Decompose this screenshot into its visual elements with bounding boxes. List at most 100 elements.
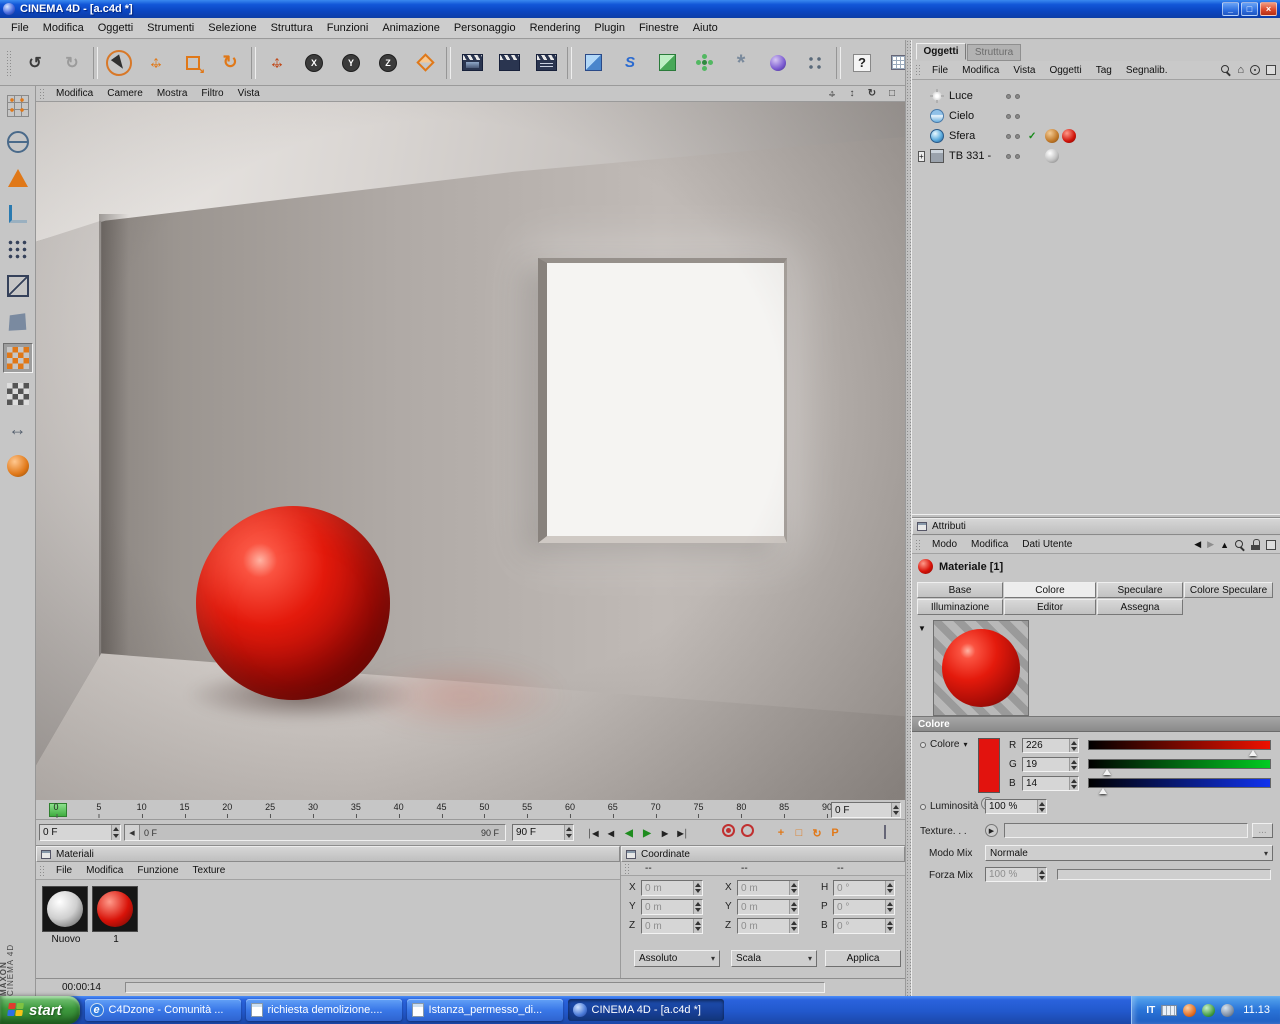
object-row-cielo[interactable]: Cielo [912,106,1280,126]
menu-personaggio[interactable]: Personaggio [447,20,523,36]
new-panel-icon[interactable] [1266,65,1276,75]
coordinate-system-icon[interactable] [407,44,443,82]
key-position-icon[interactable]: + [772,824,790,842]
lock-y-axis-icon[interactable]: Y [333,44,369,82]
menu-plugin[interactable]: Plugin [587,20,632,36]
g-value-field[interactable]: 19 [1022,757,1079,772]
parent-object-icon[interactable]: ▲ [1220,540,1229,550]
clock[interactable]: 11.13 [1243,1004,1270,1016]
render-active-view-icon[interactable] [491,44,527,82]
tab-colore[interactable]: Colore [1004,582,1096,598]
pos-x-field[interactable]: 0 m [641,880,703,896]
viewport-menu-vista[interactable]: Vista [231,87,267,100]
color-model-dropdown-icon[interactable]: ▾ [963,740,967,749]
object-axis-icon[interactable] [3,451,33,481]
ruler-frame-field[interactable]: 0 F [831,802,901,818]
menu-finestre[interactable]: Finestre [632,20,686,36]
play-forward-icon[interactable]: ▶ [638,824,656,842]
menu-selezione[interactable]: Selezione [201,20,263,36]
object-tags[interactable] [1045,129,1076,143]
viewport-menu-modifica[interactable]: Modifica [49,87,100,100]
pos-y-field[interactable]: 0 m [641,899,703,915]
b-value-field[interactable]: 14 [1022,776,1079,791]
rot-p-field[interactable]: 0 ° [833,899,895,915]
expand-icon[interactable]: + [918,151,925,162]
size-z-field[interactable]: 0 m [737,918,799,934]
materials-menu-texture[interactable]: Texture [186,864,233,877]
brightness-field[interactable]: 100 % [985,799,1047,814]
mix-strength-slider[interactable] [1057,869,1271,880]
keyframe-dot[interactable] [920,803,926,810]
object-row-sfera[interactable]: Sfera ✓ [912,126,1280,146]
texture-path-field[interactable] [1004,823,1248,838]
tab-oggetti[interactable]: Oggetti [916,43,966,60]
rotate-tool-icon[interactable]: ↻ [212,44,248,82]
am-menu-modifica[interactable]: Modifica [964,538,1015,551]
materials-menu-modifica[interactable]: Modifica [79,864,130,877]
object-label[interactable]: Sfera [949,130,975,142]
rot-h-field[interactable]: 0 ° [833,880,895,896]
texture-browse-button[interactable]: ... [1252,823,1273,838]
menu-rendering[interactable]: Rendering [523,20,588,36]
timeline-ruler[interactable]: 0 5 10 15 20 25 30 35 40 45 50 55 60 65 … [36,800,905,820]
axis-mode-icon[interactable] [3,199,33,229]
g-slider-marker[interactable] [1102,769,1111,775]
maximize-button[interactable]: □ [1241,2,1258,16]
search-icon[interactable] [1221,65,1231,75]
keyframe-dot[interactable] [920,741,926,748]
attributes-grip[interactable] [915,538,922,551]
apply-button[interactable]: Applica [825,950,901,967]
move-tool-icon[interactable]: ↔ ↕ [138,44,174,82]
history-forward-icon[interactable]: ▶ [1207,539,1214,550]
scale-mode-dropdown[interactable]: Scala ▾ [731,950,817,967]
workplane-mode-icon[interactable]: ↔ [3,415,33,445]
tray-update-icon[interactable] [1183,1003,1197,1017]
materials-menu-file[interactable]: File [49,864,79,877]
viewport-menu-filtro[interactable]: Filtro [194,87,230,100]
mix-strength-field[interactable]: 100 % [985,867,1047,882]
coordinates-grip[interactable] [624,862,631,875]
tab-base[interactable]: Base [917,582,1003,598]
add-spline-icon[interactable]: S [612,44,648,82]
r-slider-marker[interactable] [1249,750,1258,756]
play-backward-icon[interactable]: ◀ [620,824,638,842]
tab-editor[interactable]: Editor [1004,599,1096,615]
scale-tool-icon[interactable]: ↘ [175,44,211,82]
tray-volume-icon[interactable] [1221,1003,1235,1017]
r-slider[interactable] [1088,740,1271,756]
texture-mode-icon[interactable] [2,343,33,373]
materials-menu-funzione[interactable]: Funzione [130,864,185,877]
object-mode-icon[interactable] [3,163,33,193]
frame-stepper[interactable] [891,803,900,817]
last-tool-icon[interactable]: ↔ ↕ [259,44,295,82]
viewport-menu-mostra[interactable]: Mostra [150,87,195,100]
material-thumbnail-red[interactable] [92,886,138,932]
material-item[interactable]: Nuovo [42,886,90,945]
start-button[interactable]: start [0,996,80,1024]
end-frame-field[interactable]: 90 F [512,824,574,841]
viewport-3d-scene[interactable] [36,102,905,800]
materials-panel-header[interactable]: Materiali [36,846,620,862]
am-menu-modo[interactable]: Modo [925,538,964,551]
om-menu-file[interactable]: File [925,64,955,77]
keyboard-layout-icon[interactable] [1161,1004,1178,1016]
current-frame-field[interactable]: 0 F [39,824,121,841]
taskbar-button-doc1[interactable]: richiesta demolizione.... [245,999,402,1021]
texture-axis-mode-icon[interactable] [3,379,33,409]
preview-expander-icon[interactable]: ▼ [918,624,926,633]
key-scale-icon[interactable]: □ [790,824,808,842]
menu-aiuto[interactable]: Aiuto [686,20,725,36]
range-slider-handle[interactable]: ◀ [125,825,140,840]
context-help-icon[interactable]: ? [844,44,880,82]
menu-file[interactable]: File [4,20,36,36]
menu-funzioni[interactable]: Funzioni [320,20,376,36]
object-row-luce[interactable]: Luce [912,86,1280,106]
lock-icon[interactable] [1251,539,1260,550]
visibility-toggles[interactable] [1006,93,1020,99]
target-icon[interactable] [1250,65,1260,75]
goto-start-icon[interactable]: │◀ [584,824,602,842]
record-keyframe-icon[interactable] [722,824,735,837]
color-property-label[interactable]: Colore ▾ [920,739,967,750]
color-swatch[interactable] [978,738,1000,793]
am-menu-dati-utente[interactable]: Dati Utente [1015,538,1079,551]
